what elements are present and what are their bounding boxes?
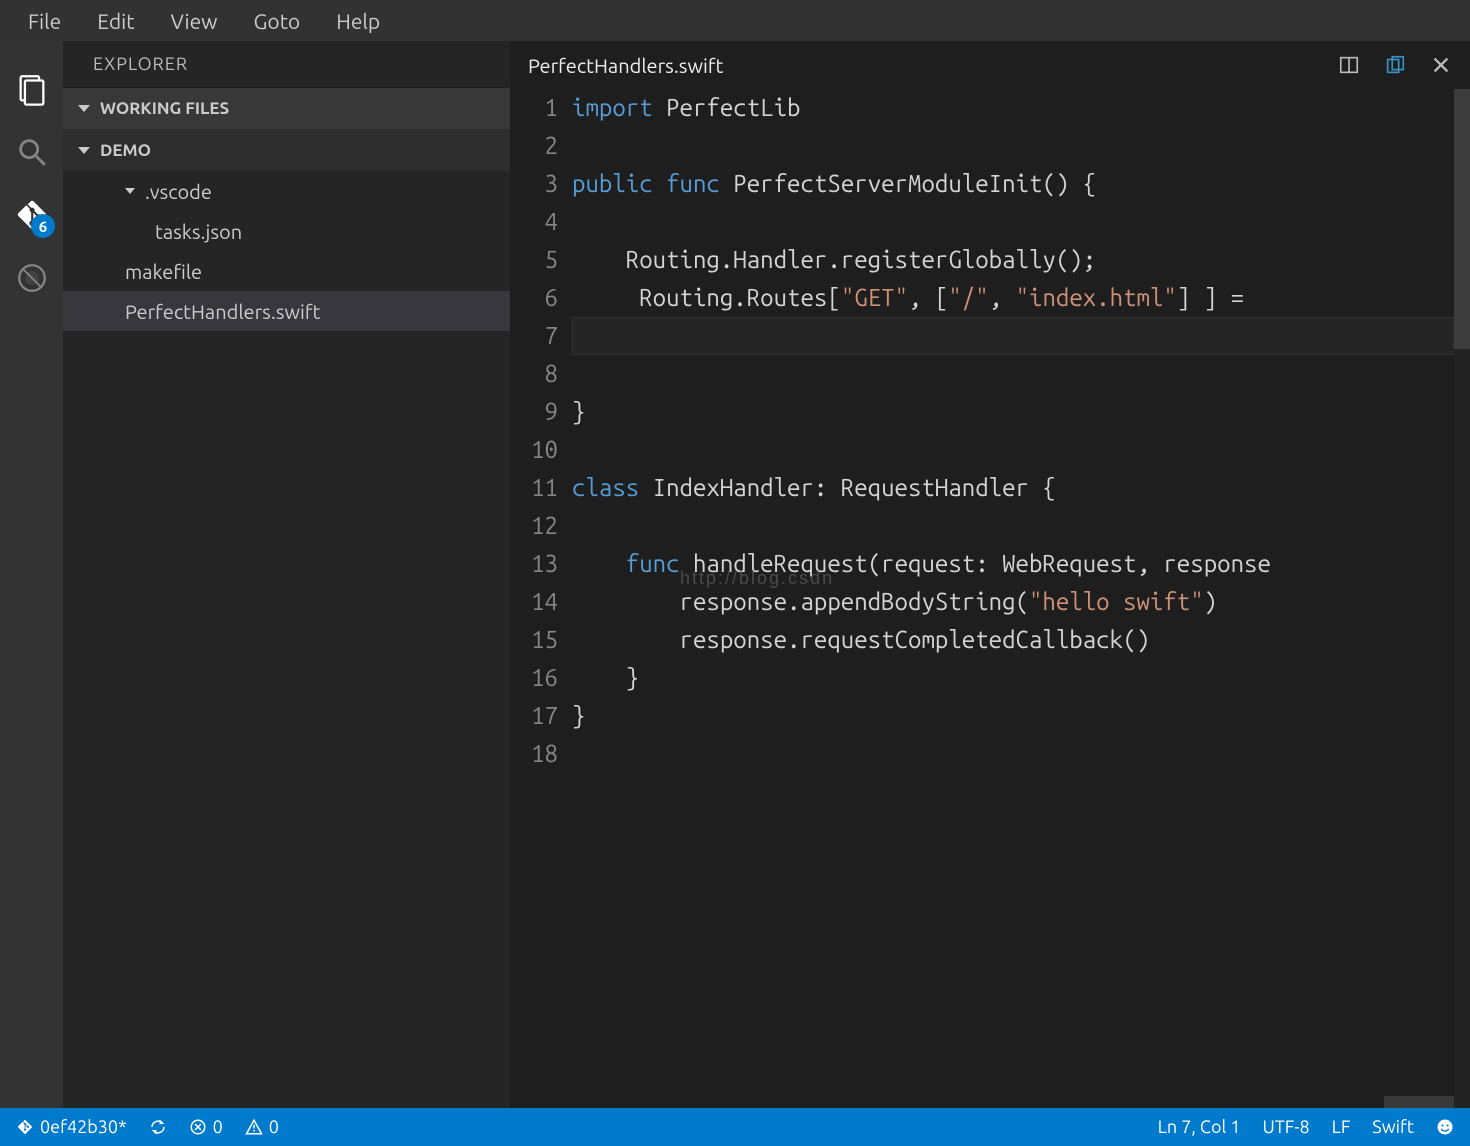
sidebar-title: EXPLORER <box>63 41 510 87</box>
editor-tabbar: PerfectHandlers.swift <box>510 41 1470 89</box>
horizontal-scrollbar-thumb[interactable] <box>1384 1096 1454 1108</box>
explorer-icon[interactable] <box>0 57 63 120</box>
code-line[interactable]: } <box>572 393 1470 431</box>
code-editor[interactable]: 123456789101112131415161718 import Perfe… <box>510 89 1470 1108</box>
line-number: 11 <box>510 469 558 507</box>
code-line[interactable]: response.appendBodyString("hello swift") <box>572 583 1470 621</box>
vertical-scrollbar-track[interactable] <box>1454 89 1470 1108</box>
code-line[interactable]: response.requestCompletedCallback() <box>572 621 1470 659</box>
vertical-scrollbar-thumb[interactable] <box>1454 89 1470 349</box>
chevron-down-icon <box>78 147 90 154</box>
warning-count: 0 <box>269 1117 279 1137</box>
menubar: File Edit View Goto Help <box>0 0 1470 41</box>
sync-status[interactable] <box>149 1118 167 1136</box>
line-number: 13 <box>510 545 558 583</box>
editor-actions <box>1338 54 1452 76</box>
tree-file[interactable]: PerfectHandlers.swift <box>63 291 510 331</box>
error-count: 0 <box>213 1117 223 1137</box>
code-line[interactable]: } <box>572 697 1470 735</box>
chevron-down-icon <box>78 105 90 112</box>
code-line[interactable] <box>572 127 1470 165</box>
menu-file[interactable]: File <box>10 9 79 33</box>
tree-folder[interactable]: .vscode <box>63 171 510 211</box>
tree-item-label: PerfectHandlers.swift <box>125 300 320 323</box>
editor-group: PerfectHandlers.swift 123456789101112131… <box>510 41 1470 1108</box>
menu-help[interactable]: Help <box>318 9 398 33</box>
section-working-files[interactable]: WORKING FILES <box>63 87 510 129</box>
debug-icon[interactable] <box>0 246 63 309</box>
explorer-sidebar: EXPLORER WORKING FILES DEMO .vscode tasks… <box>63 41 510 1108</box>
line-number: 10 <box>510 431 558 469</box>
file-tree: .vscode tasks.json makefile PerfectHandlers… <box>63 171 510 1108</box>
code-line[interactable]: func handleRequest(request: WebRequest, … <box>572 545 1470 583</box>
code-line[interactable]: class IndexHandler: RequestHandler { <box>572 469 1470 507</box>
encoding-status[interactable]: UTF-8 <box>1262 1117 1309 1137</box>
tree-file[interactable]: makefile <box>63 251 510 291</box>
git-branch-status[interactable]: 0ef42b30* <box>16 1117 127 1137</box>
line-number: 6 <box>510 279 558 317</box>
horizontal-scrollbar-track[interactable] <box>572 1096 1454 1108</box>
close-icon[interactable] <box>1430 54 1452 76</box>
editor-tab-title[interactable]: PerfectHandlers.swift <box>528 54 723 77</box>
code-line[interactable] <box>572 507 1470 545</box>
line-number: 4 <box>510 203 558 241</box>
section-label: DEMO <box>100 141 151 160</box>
warning-status[interactable]: 0 <box>245 1117 279 1137</box>
code-line[interactable] <box>572 203 1470 241</box>
cursor-position[interactable]: Ln 7, Col 1 <box>1158 1117 1241 1137</box>
chevron-down-icon <box>125 188 135 194</box>
section-label: WORKING FILES <box>100 99 229 118</box>
tree-item-label: .vscode <box>145 180 212 203</box>
code-line[interactable]: } <box>572 659 1470 697</box>
activity-bar: 6 <box>0 41 63 1108</box>
tree-file[interactable]: tasks.json <box>63 211 510 251</box>
line-number: 14 <box>510 583 558 621</box>
open-changes-icon[interactable] <box>1384 54 1406 76</box>
code-line[interactable]: Routing.Routes["GET", ["/", "index.html"… <box>572 279 1470 317</box>
line-number: 8 <box>510 355 558 393</box>
line-number: 9 <box>510 393 558 431</box>
branch-name: 0ef42b30* <box>40 1117 127 1137</box>
code-content[interactable]: import PerfectLib public func PerfectSer… <box>572 89 1470 1108</box>
line-number: 5 <box>510 241 558 279</box>
menu-goto[interactable]: Goto <box>235 9 318 33</box>
line-number: 17 <box>510 697 558 735</box>
line-number: 18 <box>510 735 558 773</box>
code-line[interactable]: Routing.Handler.registerGlobally(); <box>572 241 1470 279</box>
code-line[interactable] <box>572 735 1470 773</box>
line-number: 2 <box>510 127 558 165</box>
error-status[interactable]: 0 <box>189 1117 223 1137</box>
tree-item-label: makefile <box>125 260 202 283</box>
git-badge: 6 <box>31 214 55 238</box>
menu-view[interactable]: View <box>152 9 235 33</box>
feedback-icon[interactable] <box>1436 1118 1454 1136</box>
status-bar: 0ef42b30* 0 0 Ln 7, Col 1 UTF-8 LF Swift <box>0 1108 1470 1146</box>
line-number: 12 <box>510 507 558 545</box>
code-line[interactable] <box>572 355 1470 393</box>
code-line[interactable]: public func PerfectServerModuleInit() { <box>572 165 1470 203</box>
language-status[interactable]: Swift <box>1372 1117 1414 1137</box>
tree-item-label: tasks.json <box>155 220 242 243</box>
code-line[interactable]: import PerfectLib <box>572 89 1470 127</box>
line-number: 3 <box>510 165 558 203</box>
line-number: 1 <box>510 89 558 127</box>
eol-status[interactable]: LF <box>1332 1117 1351 1137</box>
line-number: 15 <box>510 621 558 659</box>
line-number: 16 <box>510 659 558 697</box>
git-icon[interactable]: 6 <box>0 183 63 246</box>
section-demo[interactable]: DEMO <box>63 129 510 171</box>
code-line[interactable] <box>572 317 1470 355</box>
line-number: 7 <box>510 317 558 355</box>
split-editor-icon[interactable] <box>1338 54 1360 76</box>
line-numbers: 123456789101112131415161718 <box>510 89 572 1108</box>
code-line[interactable] <box>572 431 1470 469</box>
menu-edit[interactable]: Edit <box>79 9 152 33</box>
search-icon[interactable] <box>0 120 63 183</box>
